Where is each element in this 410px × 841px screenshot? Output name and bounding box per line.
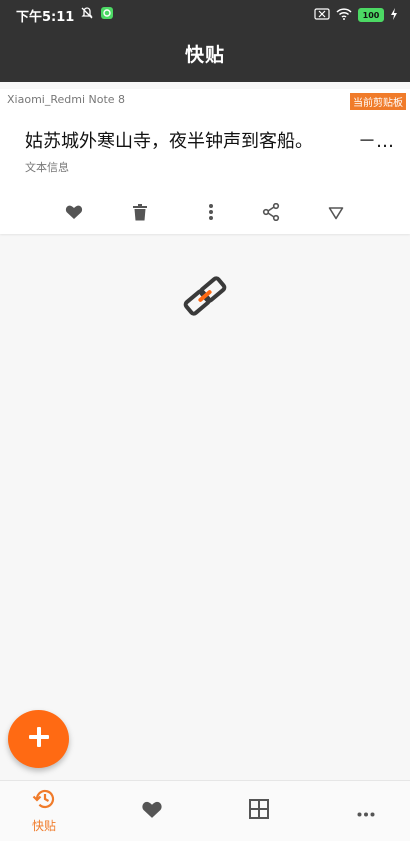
nav-label-home: 快贴 [31, 819, 56, 833]
device-name: Xiaomi_Redmi Note 8 [7, 93, 126, 106]
add-button[interactable] [8, 710, 69, 768]
bottom-nav: 快贴 [0, 780, 410, 841]
card-actions [0, 201, 410, 227]
status-bar-right: 100 [314, 6, 398, 24]
triangle-down-icon [328, 205, 344, 224]
clipboard-card[interactable]: Xiaomi_Redmi Note 8 当前剪贴板 姑苏城外寒山寺，夜半钟声到客… [0, 89, 410, 234]
favorite-button[interactable] [60, 201, 88, 227]
trash-icon [133, 203, 147, 225]
app-header: 下午5:11 100 快贴 [0, 0, 410, 82]
clipboard-content[interactable]: 姑苏城外寒山寺，夜半钟声到客船。 [25, 127, 380, 153]
sim-icon [314, 7, 330, 23]
collapse-button[interactable] [322, 201, 350, 227]
charging-icon [390, 7, 398, 23]
share-button[interactable] [257, 201, 285, 227]
delete-button[interactable] [126, 201, 154, 227]
nav-item-home[interactable]: 快贴 [4, 781, 84, 841]
heart-icon [65, 204, 83, 224]
status-bar-left: 下午5:11 [16, 6, 114, 25]
grid-icon [249, 799, 269, 823]
plus-icon [28, 726, 50, 752]
wifi-icon [336, 7, 352, 23]
heart-icon [141, 800, 163, 823]
more-horiz-icon [357, 802, 375, 821]
more-vert-icon [208, 203, 214, 225]
current-clipboard-badge: 当前剪贴板 [350, 93, 406, 110]
status-time: 下午5:11 [16, 9, 75, 25]
nav-item-grid[interactable] [219, 781, 299, 841]
mute-icon [80, 6, 94, 24]
content-more: －… [358, 131, 394, 152]
app-notify-icon [100, 6, 114, 24]
page-title: 快贴 [184, 44, 225, 66]
link-icon [181, 274, 229, 318]
content-type: 文本信息 [25, 161, 69, 174]
battery-icon: 100 [358, 8, 384, 22]
nav-item-favorites[interactable] [112, 781, 192, 841]
history-icon [32, 788, 56, 814]
more-options-button[interactable] [197, 201, 225, 227]
nav-item-more[interactable] [326, 781, 406, 841]
share-icon [262, 202, 280, 225]
